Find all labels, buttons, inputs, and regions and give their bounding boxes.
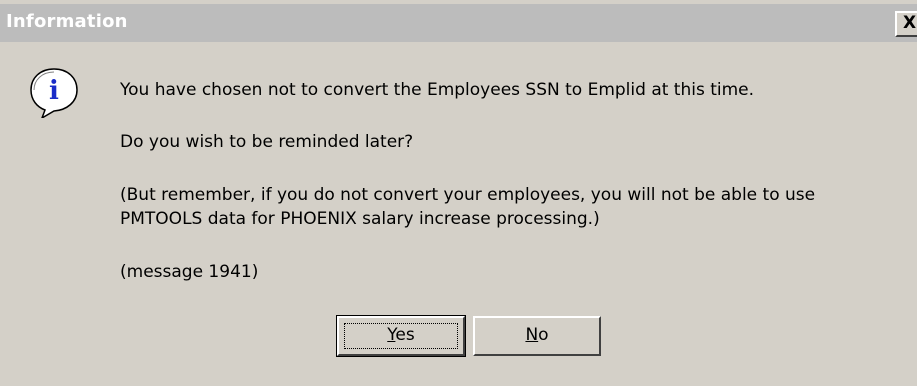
information-dialog: Information X i You have chosen not to c… — [0, 0, 917, 386]
yes-button-label: Yes — [387, 325, 415, 345]
message-line-3a: (But remember, if you do not convert you… — [120, 185, 816, 205]
message-line-1: You have chosen not to convert the Emplo… — [120, 80, 755, 100]
window-title: Information — [6, 11, 128, 32]
yes-button[interactable]: Yes — [336, 315, 466, 357]
information-icon: i — [28, 66, 80, 120]
no-button[interactable]: No — [473, 316, 601, 356]
info-glyph: i — [49, 76, 59, 106]
close-button[interactable]: X — [895, 11, 917, 37]
message-line-2: Do you wish to be reminded later? — [120, 132, 414, 152]
title-bar[interactable]: Information X — [0, 4, 917, 42]
message-code: (message 1941) — [120, 262, 259, 282]
close-icon: X — [903, 13, 917, 33]
message-line-3b: PMTOOLS data for PHOENIX salary increase… — [120, 209, 600, 229]
no-button-label: No — [525, 325, 549, 345]
